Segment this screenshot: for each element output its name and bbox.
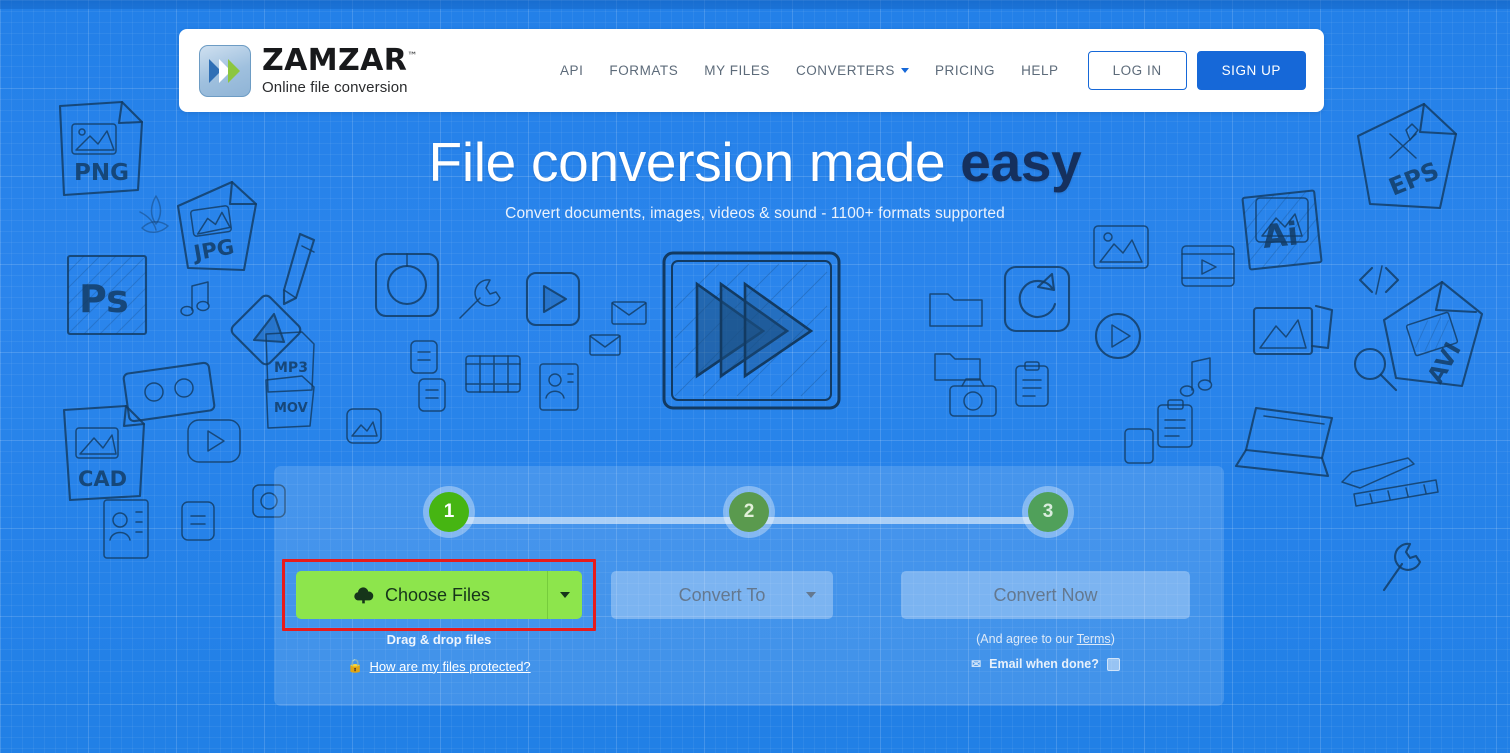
doodle-play-button (187, 419, 241, 463)
doodle-small-box-2 (418, 378, 446, 412)
doodle-magnifier (1353, 347, 1398, 392)
svg-text:Ps: Ps (79, 277, 129, 321)
nav-label: CONVERTERS (795, 63, 895, 78)
doodle-camera (949, 378, 997, 417)
page-title: File conversion made easy (0, 132, 1510, 193)
terms-link[interactable]: Terms (1077, 632, 1111, 646)
logo-trademark: ™ (407, 51, 418, 62)
hero-section: File conversion made easy Convert docume… (0, 132, 1510, 223)
doodle-image-box (346, 408, 382, 444)
nav-label: FORMATS (609, 63, 679, 78)
choose-files-group: Choose Files (296, 571, 582, 619)
doodle-small-file (181, 501, 215, 541)
email-when-done-row: ✉ Email when done? (901, 657, 1190, 671)
svg-text:AVI: AVI (1423, 338, 1467, 388)
terms-prefix: (And agree to our (976, 632, 1077, 646)
chevron-down-icon (560, 592, 570, 598)
doodle-folder (929, 293, 983, 327)
convert-to-label: Convert To (678, 584, 766, 605)
email-when-done-checkbox[interactable] (1106, 657, 1120, 671)
doodle-cad-file: CAD (62, 404, 146, 502)
converter-actions: Choose Files Drag & drop files 🔒 How are… (274, 559, 1224, 691)
site-header: ZAMZAR™ Online file conversion API FORMA… (179, 29, 1324, 112)
cloud-upload-icon (354, 586, 374, 603)
nav-label: API (560, 63, 584, 78)
email-when-done-label: Email when done? (989, 657, 1099, 671)
doodle-wrench (459, 279, 501, 319)
main-nav: API FORMATS MY FILES CONVERTERS PRICING … (547, 51, 1306, 90)
choose-files-button[interactable]: Choose Files (296, 571, 547, 619)
fast-forward-video-sketch-icon (662, 251, 841, 410)
convert-to-slot: Convert To (611, 571, 833, 619)
doodle-photoshop-icon: Ps (66, 254, 148, 336)
step-indicator: 1 2 3 (274, 492, 1224, 544)
doodle-film-strip (465, 355, 521, 393)
login-button[interactable]: LOG IN (1087, 51, 1187, 90)
doodle-record-icon (374, 252, 440, 318)
doodle-id-card (539, 363, 579, 411)
logo-title-text: ZAMZAR (262, 43, 408, 78)
nav-label: HELP (1021, 63, 1059, 78)
svg-text:JPG: JPG (190, 235, 236, 266)
nav-item-converters[interactable]: CONVERTERS (783, 55, 922, 86)
convert-now-button[interactable]: Convert Now (901, 571, 1190, 619)
hero-title-plain: File conversion made (428, 131, 961, 193)
files-protected-label: How are my files protected? (369, 658, 531, 674)
doodle-photo-frame (1093, 225, 1149, 269)
doodle-pen-ruler (1341, 457, 1439, 507)
terms-suffix: ) (1110, 632, 1115, 646)
converter-panel: 1 2 3 Choose Files Drag & drop files 🔒 H… (274, 466, 1224, 706)
step-2-badge: 2 (729, 492, 769, 532)
doodle-wrench-2 (1382, 542, 1422, 592)
doodle-video-frame (1181, 245, 1235, 287)
doodle-play-circle (1094, 312, 1142, 360)
logo-tagline: Online file conversion (262, 79, 408, 96)
choose-files-dropdown-button[interactable] (547, 571, 582, 619)
doodle-mov-file: MOV (265, 375, 315, 429)
doodle-music-note (180, 281, 210, 317)
doodle-media-play (525, 271, 581, 327)
double-chevron-logo-icon (199, 44, 251, 97)
doodle-small-box (410, 340, 438, 374)
logo[interactable]: ZAMZAR™ Online file conversion (199, 43, 418, 97)
envelope-icon: ✉ (971, 657, 982, 671)
doodle-note (1124, 428, 1154, 464)
doodle-envelope (611, 301, 647, 325)
convert-to-button[interactable]: Convert To (611, 571, 833, 619)
svg-text:MOV: MOV (274, 401, 308, 416)
drag-drop-hint: Drag & drop files (386, 632, 492, 647)
step-3-badge: 3 (1028, 492, 1068, 532)
files-protected-link[interactable]: 🔒 How are my files protected? (296, 658, 582, 674)
nav-label: MY FILES (704, 63, 770, 78)
nav-item-help[interactable]: HELP (1008, 55, 1071, 86)
doodle-envelope-2 (589, 334, 621, 356)
chevron-down-icon (806, 592, 816, 598)
nav-item-my-files[interactable]: MY FILES (691, 55, 783, 86)
nav-item-pricing[interactable]: PRICING (922, 55, 1008, 86)
nav-item-formats[interactable]: FORMATS (596, 55, 691, 86)
doodle-picture-stack (1252, 304, 1334, 356)
doodle-refresh-icon (1003, 265, 1071, 333)
lock-icon: 🔒 (347, 658, 364, 673)
doodle-pencil (282, 232, 316, 306)
choose-files-label: Choose Files (384, 584, 491, 605)
svg-text:CAD: CAD (78, 467, 127, 491)
doodle-contact-card (103, 499, 149, 559)
choose-files-slot: Choose Files Drag & drop files 🔒 How are… (282, 559, 596, 674)
step-1-badge: 1 (429, 492, 469, 532)
signup-button[interactable]: SIGN UP (1196, 51, 1306, 90)
doodle-music-note-2 (1179, 357, 1213, 397)
hero-title-emphasis: easy (960, 131, 1082, 193)
chevron-down-icon (900, 68, 909, 73)
terms-notice: (And agree to our Terms) (901, 632, 1190, 646)
doodle-clipboard (1015, 361, 1049, 407)
nav-label: PRICING (934, 63, 996, 78)
hero-subtitle: Convert documents, images, videos & soun… (505, 204, 1005, 222)
convert-now-slot: Convert Now (And agree to our Terms) ✉ E… (901, 571, 1190, 671)
nav-item-api[interactable]: API (547, 55, 596, 86)
